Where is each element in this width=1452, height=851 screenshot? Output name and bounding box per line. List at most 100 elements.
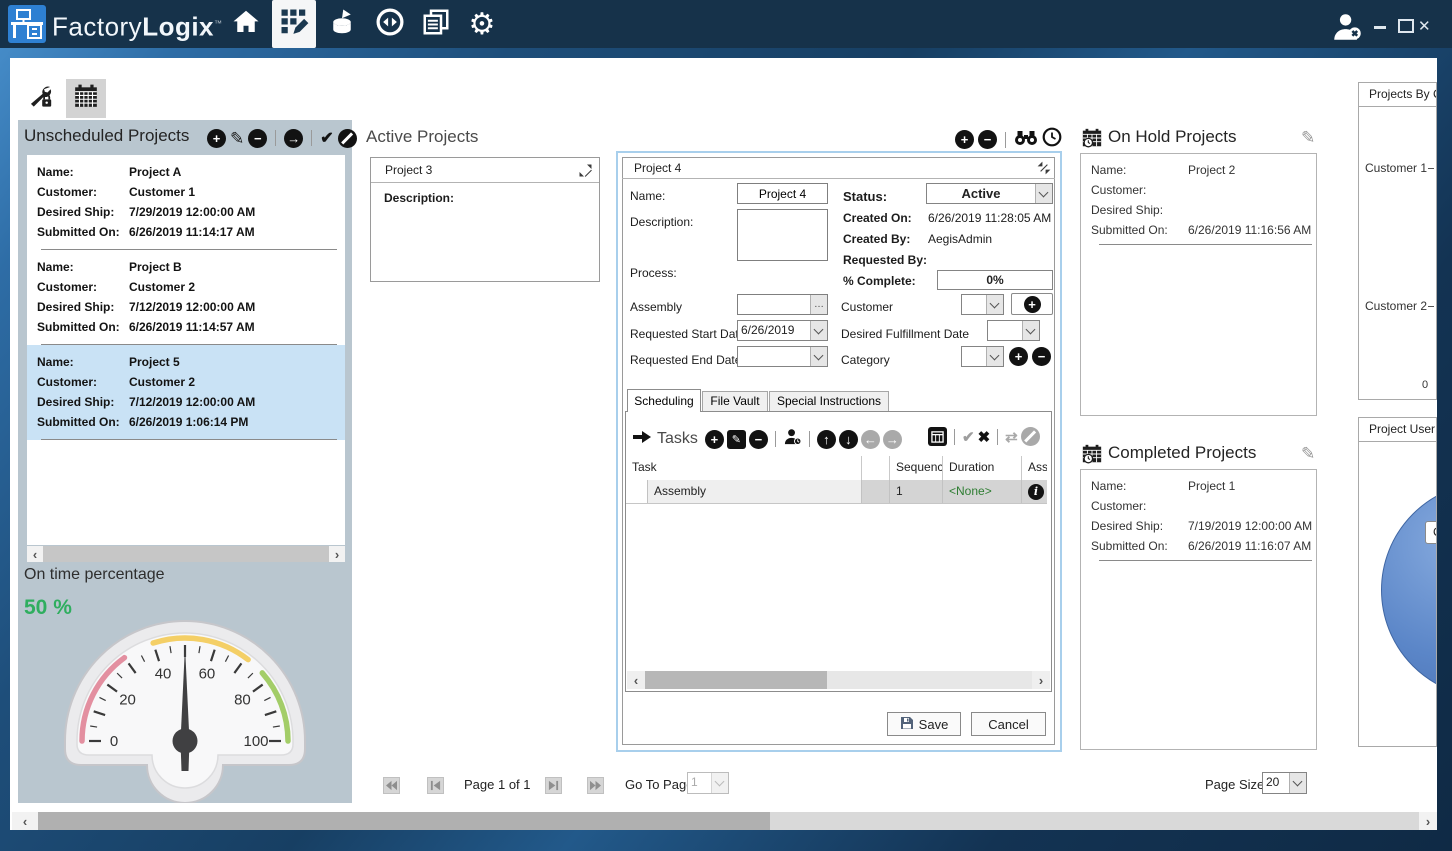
chevron-down-icon[interactable]	[1289, 773, 1306, 793]
requested-start-combobox[interactable]: 6/26/2019	[737, 320, 828, 341]
search-binoculars-icon[interactable]	[1014, 128, 1038, 151]
tasks-scrollbar-thumb[interactable]	[645, 671, 827, 689]
nav-settings-button[interactable]: ⚙	[460, 0, 504, 48]
bottom-scrollbar-thumb[interactable]	[38, 812, 770, 830]
scroll-left-button[interactable]: ‹	[27, 546, 43, 562]
column-header-blank[interactable]	[862, 456, 890, 480]
horizontal-scrollbar-thumb[interactable]	[43, 546, 329, 562]
remove-task-icon[interactable]: −	[749, 430, 768, 449]
page-size-combobox[interactable]: 20	[1262, 772, 1307, 794]
edit-on-hold-icon[interactable]: ✎	[1301, 128, 1315, 147]
nav-scheduling-button[interactable]	[272, 0, 316, 48]
tab-file-vault[interactable]: File Vault	[702, 391, 768, 412]
assigned-cell: i	[1022, 480, 1047, 503]
chevron-down-icon[interactable]	[1022, 321, 1039, 340]
remove-category-icon[interactable]: −	[1032, 347, 1051, 366]
tasks-table-header: Task Sequence Duration Assi	[626, 456, 1047, 481]
move-left-icon[interactable]: ←	[861, 430, 880, 449]
add-active-icon[interactable]: +	[955, 130, 974, 149]
tasks-scroll-right-button[interactable]: ›	[1032, 671, 1050, 689]
column-header-sequence[interactable]: Sequence	[890, 456, 943, 480]
schedule-calendar-icon[interactable]	[928, 427, 947, 446]
first-page-button[interactable]	[383, 777, 400, 794]
edit-task-icon[interactable]: ✎	[727, 430, 746, 449]
close-button[interactable]: ✕	[1418, 17, 1431, 35]
last-page-button[interactable]	[587, 777, 604, 794]
nav-home-button[interactable]	[224, 0, 268, 48]
nav-documents-button[interactable]	[414, 0, 458, 48]
save-button[interactable]: Save	[887, 712, 961, 736]
move-right-icon[interactable]: →	[883, 430, 902, 449]
remove-project-icon[interactable]: −	[248, 129, 267, 148]
scroll-right-button[interactable]: ›	[329, 546, 345, 562]
tab-special-instructions[interactable]: Special Instructions	[769, 391, 889, 412]
cancel-x-icon[interactable]: ✖	[978, 428, 991, 446]
toolbar-divider	[775, 431, 776, 447]
goto-page-combobox[interactable]: 1	[687, 772, 729, 794]
logout-user-button[interactable]	[1330, 10, 1364, 49]
move-down-icon[interactable]: ↓	[839, 430, 858, 449]
column-header-duration[interactable]: Duration	[943, 456, 1022, 480]
projects-by-customer-panel: Projects By C Customer 1 Customer 2 0	[1358, 82, 1437, 400]
chevron-down-icon[interactable]	[1035, 184, 1052, 203]
pct-complete-label: % Complete:	[843, 274, 916, 288]
nav-transfer-button[interactable]	[368, 0, 412, 48]
status-combobox[interactable]: Active	[926, 183, 1053, 204]
edit-project-icon[interactable]: ✎	[230, 129, 244, 148]
svg-text:20: 20	[119, 691, 136, 708]
category-combobox[interactable]	[961, 346, 1004, 367]
bottom-scroll-right-button[interactable]: ›	[1419, 812, 1437, 830]
chevron-down-icon[interactable]	[986, 295, 1003, 314]
bottom-scroll-left-button[interactable]: ‹	[12, 812, 38, 830]
next-page-button[interactable]	[545, 777, 562, 794]
chevron-down-icon[interactable]	[986, 347, 1003, 366]
column-header-task[interactable]: Task	[626, 456, 862, 480]
nav-materials-button[interactable]	[320, 0, 364, 48]
customer-combobox[interactable]	[961, 294, 1004, 315]
tab-scheduling[interactable]: Scheduling	[627, 389, 701, 412]
add-customer-button[interactable]: +	[1011, 293, 1053, 315]
list-item[interactable]: Name:Project 2 Customer: Desired Ship: S…	[1081, 154, 1316, 245]
decline-slash-icon[interactable]	[338, 129, 357, 148]
assign-user-icon[interactable]	[783, 427, 802, 451]
list-item[interactable]: Name:Project 1 Customer: Desired Ship:7/…	[1081, 470, 1316, 561]
requested-end-combobox[interactable]	[737, 346, 828, 367]
add-project-icon[interactable]: +	[207, 129, 226, 148]
description-textarea[interactable]	[737, 209, 828, 261]
info-icon[interactable]: i	[1028, 484, 1044, 500]
tab-scheduling-board[interactable]	[66, 79, 106, 118]
list-item-selected[interactable]: Name:Project 5 Customer:Customer 2 Desir…	[27, 345, 345, 440]
list-item[interactable]: Name:Project B Customer:Customer 2 Desir…	[27, 250, 345, 345]
chevron-down-icon[interactable]	[711, 773, 728, 793]
edit-completed-icon[interactable]: ✎	[1301, 444, 1315, 463]
assembly-input[interactable]: …	[737, 294, 828, 315]
approve-check-icon[interactable]: ✔	[320, 128, 333, 148]
tasks-scroll-left-button[interactable]: ‹	[627, 671, 645, 689]
move-up-icon[interactable]: ↑	[817, 430, 836, 449]
history-clock-icon[interactable]	[1042, 127, 1062, 152]
desired-fulfillment-combobox[interactable]	[987, 320, 1040, 341]
scheduling-tab-panel	[625, 411, 1052, 692]
shuffle-icon[interactable]: ⇄	[1005, 428, 1018, 446]
project3-card[interactable]: Project 3 Description:	[370, 157, 600, 282]
previous-page-button[interactable]	[427, 777, 444, 794]
remove-active-icon[interactable]: −	[978, 130, 997, 149]
maximize-button[interactable]	[1398, 19, 1414, 33]
add-task-icon[interactable]: +	[705, 430, 724, 449]
table-row[interactable]: Assembly 1 <None> i	[626, 480, 1047, 504]
column-header-assigned[interactable]: Assi	[1022, 456, 1047, 480]
expand-icon[interactable]	[578, 162, 593, 186]
activate-project-icon[interactable]: →	[284, 129, 303, 148]
collapse-icon[interactable]	[1036, 160, 1052, 181]
chevron-down-icon[interactable]	[810, 321, 827, 340]
tab-administration[interactable]	[18, 79, 62, 118]
chevron-down-icon[interactable]	[810, 347, 827, 366]
cancel-button[interactable]: Cancel	[971, 712, 1046, 736]
assembly-browse-button[interactable]: …	[810, 295, 827, 314]
clear-slash-icon[interactable]	[1021, 427, 1040, 446]
accept-check-icon[interactable]: ✔	[962, 428, 975, 446]
add-category-icon[interactable]: +	[1009, 347, 1028, 366]
name-input[interactable]: Project 4	[737, 183, 828, 204]
list-item[interactable]: Name:Project A Customer:Customer 1 Desir…	[27, 155, 345, 250]
minimize-button[interactable]	[1374, 26, 1386, 29]
